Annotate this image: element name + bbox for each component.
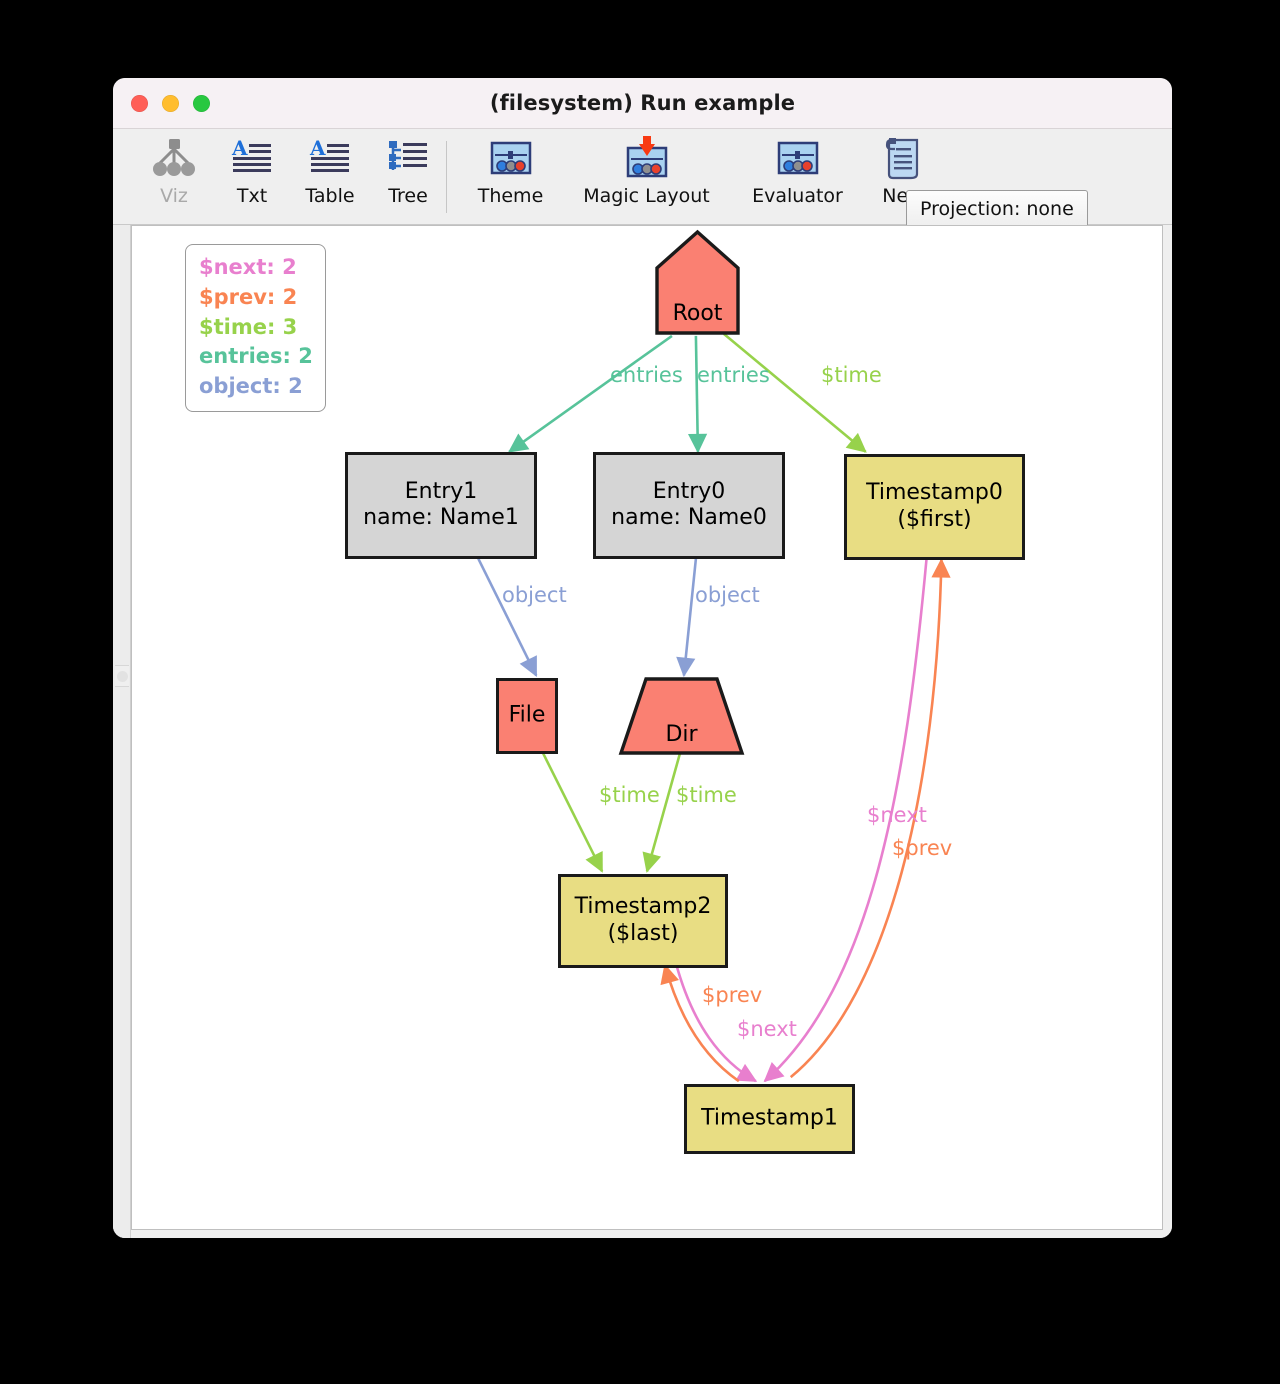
toolbar-button-evaluator[interactable]: Evaluator [730,129,865,224]
tree-list-icon [385,135,431,183]
toolbar-button-tree-label: Tree [388,185,428,207]
graph-node-entry1[interactable]: Entry1 name: Name1 [345,452,537,559]
edge-label-entries-1: entries [610,363,683,387]
graph-viz-icon [151,135,197,183]
sidebar-splitter[interactable] [113,225,131,1238]
toolbar-button-theme[interactable]: Theme [458,129,563,224]
graph-node-entry1-label: Entry1 name: Name1 [363,478,519,531]
toolbar-button-tree[interactable]: Tree [369,129,447,224]
edge-label-object-1: object [502,583,567,607]
edge-label-time-root: $time [821,363,882,387]
edge-root-entry1 [507,334,673,453]
splitter-handle[interactable] [115,665,129,687]
graph-node-timestamp1[interactable]: Timestamp1 [684,1084,855,1154]
toolbar-view-group: Viz A Txt A Table Tree [135,129,447,224]
edge-file-timestamp2 [542,752,604,873]
toolbar-divider [446,141,447,213]
graph-node-dir[interactable]: Dir [618,676,745,756]
graph-node-file-label: File [508,702,546,728]
graph-node-timestamp0-label: Timestamp0 ($first) [866,480,1003,532]
toolbar-action-group: Theme Magic Layout Evaluator New [458,129,941,224]
splitter-handle-dot [116,670,128,682]
edge-label-time-file: $time [599,783,660,807]
graph-node-file[interactable]: File [496,678,558,754]
toolbar-button-viz[interactable]: Viz [135,129,213,224]
sliders-panel-icon [487,135,535,183]
toolbar-button-txt[interactable]: A Txt [213,129,291,224]
svg-text:A: A [309,137,326,160]
edge-entry0-dir [676,558,698,678]
toolbar-button-table-label: Table [305,185,355,207]
graph-node-entry0-label: Entry0 name: Name0 [611,478,767,531]
scroll-document-icon [881,135,925,183]
window-title: (filesystem) Run example [489,91,796,115]
toolbar-button-viz-label: Viz [160,185,188,207]
edge-label-next-ts2: $next [737,1017,797,1041]
toolbar: Viz A Txt A Table Tree Theme Magic Layou… [113,129,1172,228]
screen: (filesystem) Run example Viz A Txt A Tab… [0,0,1280,1384]
text-lines-icon: A [229,135,275,183]
edge-label-entries-2: entries [697,363,770,387]
edge-label-next-ts0: $next [867,803,927,827]
toolbar-button-magic-layout[interactable]: Magic Layout [563,129,730,224]
sliders-panel-arrow-icon [623,135,671,183]
edge-dir-timestamp2 [642,753,682,873]
edge-root-timestamp0 [723,332,867,453]
sliders-panel-icon [774,135,822,183]
graph-node-timestamp2[interactable]: Timestamp2 ($last) [558,874,728,968]
edge-entry1-file [477,558,538,677]
svg-text:A: A [231,137,248,160]
graph-node-root[interactable]: Root [654,229,741,337]
graph-canvas[interactable]: $next: 2 $prev: 2 $time: 3 entries: 2 ob… [131,225,1163,1230]
toolbar-button-txt-label: Txt [236,185,268,207]
graph-node-timestamp0[interactable]: Timestamp0 ($first) [844,454,1025,560]
toolbar-button-theme-label: Theme [477,185,544,207]
window-titlebar: (filesystem) Run example [113,78,1172,129]
graph-node-entry0[interactable]: Entry0 name: Name0 [593,452,785,559]
projection-button[interactable]: Projection: none [906,190,1088,228]
toolbar-button-evaluator-label: Evaluator [752,185,843,207]
graph-node-timestamp1-label: Timestamp1 [701,1105,838,1131]
edge-label-object-2: object [695,583,760,607]
edge-label-prev-ts2: $prev [702,983,763,1007]
edge-label-time-dir: $time [676,783,737,807]
window-body: $next: 2 $prev: 2 $time: 3 entries: 2 ob… [113,225,1172,1238]
text-lines-icon: A [307,135,353,183]
edge-root-entry0 [687,335,708,454]
toolbar-button-table[interactable]: A Table [291,129,369,224]
graph-node-timestamp2-label: Timestamp2 ($last) [574,894,712,946]
edge-label-prev-ts1: $prev [892,836,953,860]
application-window: (filesystem) Run example Viz A Txt A Tab… [113,78,1172,1238]
toolbar-button-magic-layout-label: Magic Layout [583,185,710,207]
